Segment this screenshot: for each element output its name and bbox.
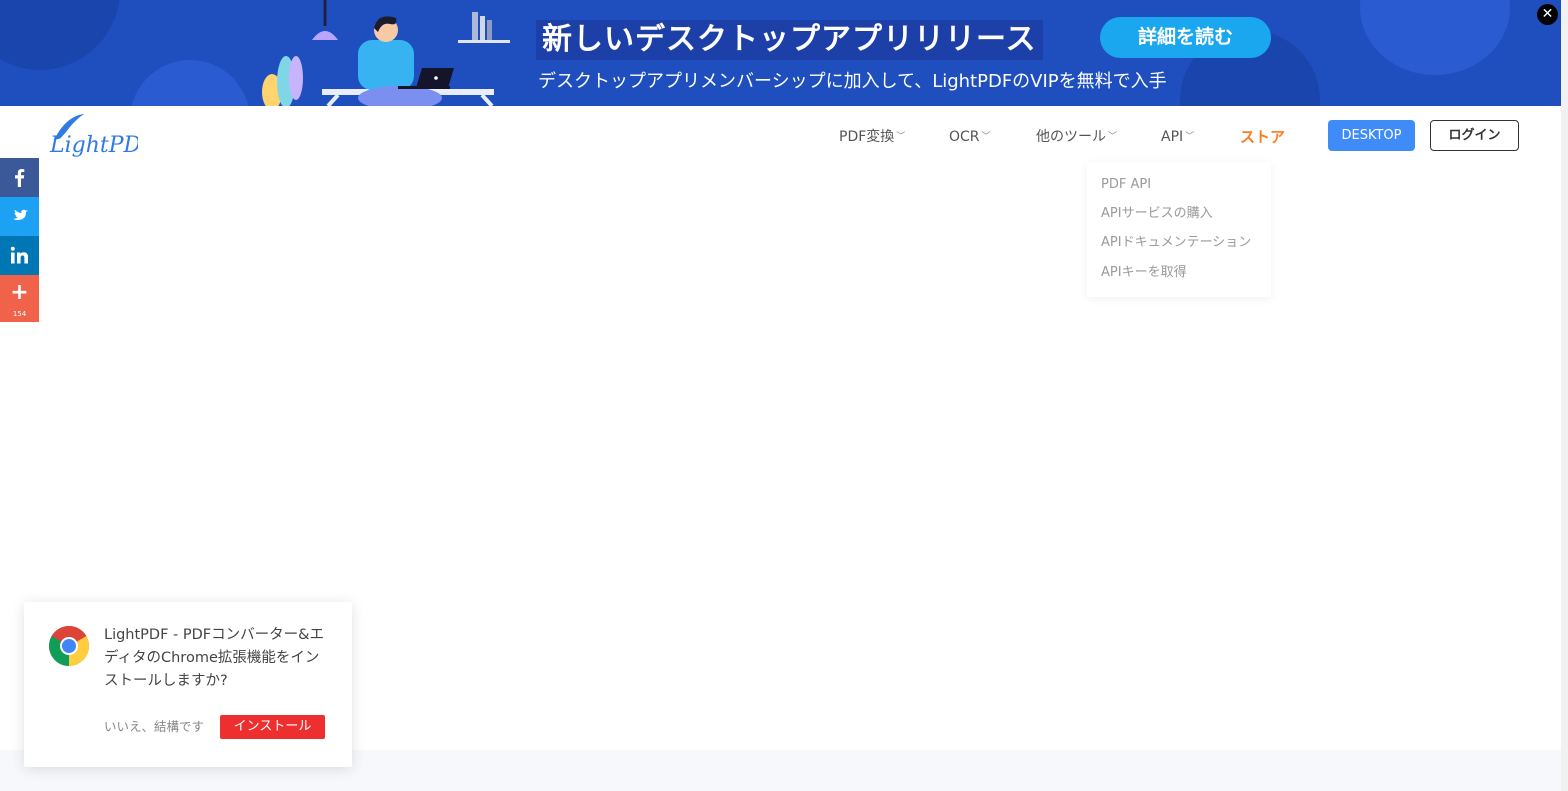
linkedin-icon — [10, 246, 28, 264]
popup-message: LightPDF - PDFコンバーター&エディタのChrome拡張機能をインス… — [104, 627, 324, 689]
chrome-icon — [49, 626, 89, 666]
nav-label: OCR — [949, 129, 980, 145]
share-twitter-button[interactable] — [0, 197, 39, 236]
menu-item-api-key[interactable]: APIキーを取得 — [1101, 264, 1187, 282]
banner-decoration — [0, 0, 120, 70]
banner-decoration — [1360, 0, 1510, 75]
chevron-down-icon: ﹀ — [1185, 132, 1195, 142]
facebook-icon — [15, 169, 25, 187]
decline-link[interactable]: いいえ、結構です — [104, 718, 204, 736]
nav-store[interactable]: ストア — [1240, 126, 1285, 148]
login-button[interactable]: ログイン — [1430, 120, 1519, 151]
nav-label: 他のツール — [1036, 129, 1106, 145]
share-linkedin-button[interactable] — [0, 236, 39, 275]
banner-subtitle: デスクトップアプリメンバーシップに加入して、LightPDFのVIPを無料で入手 — [538, 71, 1167, 92]
menu-item-pdf-api[interactable]: PDF API — [1101, 176, 1151, 194]
menu-item-api-docs[interactable]: APIドキュメンテーション — [1101, 234, 1251, 252]
install-button[interactable]: インストール — [220, 715, 325, 739]
nav-label: API — [1161, 129, 1184, 145]
chrome-extension-popup: LightPDF - PDFコンバーター&エディタのChrome拡張機能をインス… — [24, 602, 352, 767]
nav-other-tools[interactable]: 他のツール ﹀ — [1036, 126, 1117, 148]
share-count: 154 — [12, 310, 27, 318]
nav-api[interactable]: API ﹀ — [1161, 126, 1194, 148]
chevron-down-icon: ﹀ — [1108, 132, 1118, 142]
chevron-down-icon: ﹀ — [981, 132, 991, 142]
banner-illustration — [262, 0, 510, 106]
share-facebook-button[interactable] — [0, 158, 39, 197]
plus-icon: + — [10, 280, 29, 305]
logo-text: LightPDF — [49, 133, 138, 158]
desktop-button[interactable]: DESKTOP — [1328, 120, 1415, 151]
nav-pdf-convert[interactable]: PDF変換 ﹀ — [839, 126, 905, 148]
share-more-button[interactable]: + 154 — [0, 275, 39, 322]
banner-title: 新しいデスクトップアプリリリース — [536, 20, 1043, 60]
page-scrollbar[interactable] — [1561, 0, 1568, 791]
twitter-icon — [13, 209, 29, 221]
close-banner-icon[interactable]: ✕ — [1537, 4, 1558, 25]
read-more-button[interactable]: 詳細を読む — [1100, 17, 1271, 58]
lightpdf-logo[interactable]: LightPDF — [48, 112, 138, 158]
api-dropdown-menu: PDF API APIサービスの購入 APIドキュメンテーション APIキーを取… — [1087, 162, 1271, 297]
nav-label: PDF変換 — [839, 129, 895, 145]
chevron-down-icon: ﹀ — [896, 132, 906, 142]
banner-decoration — [130, 60, 250, 106]
menu-item-buy-api[interactable]: APIサービスの購入 — [1101, 205, 1213, 223]
promo-banner[interactable]: 新しいデスクトップアプリリリース デスクトップアプリメンバーシップに加入して、L… — [0, 0, 1561, 106]
nav-ocr[interactable]: OCR ﹀ — [949, 126, 991, 148]
